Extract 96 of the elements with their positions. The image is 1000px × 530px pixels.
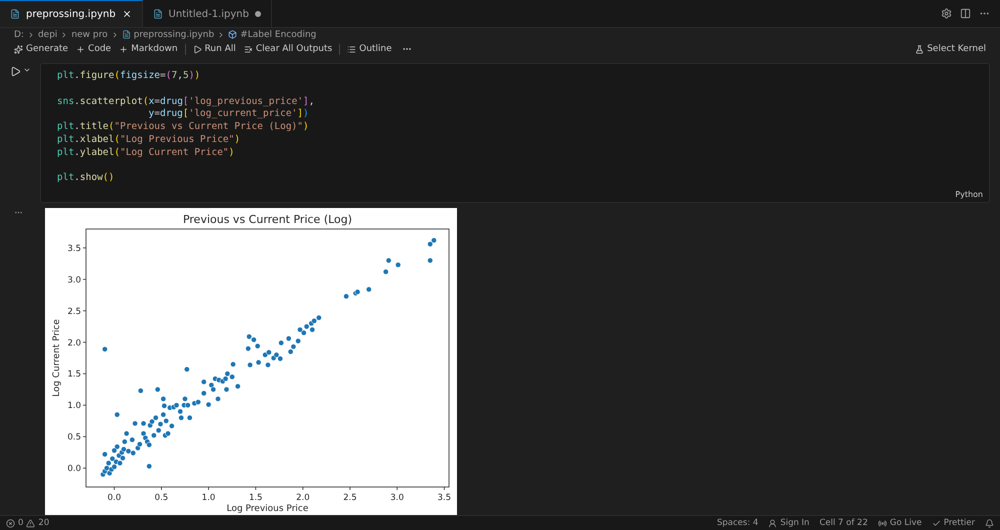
data-point [138,388,144,394]
data-point [234,383,241,390]
code-line: plt.show() [57,172,116,186]
data-point [102,451,108,458]
toolbar-button[interactable]: Outline [343,44,396,54]
status-item[interactable]: Go Live [890,518,922,528]
data-point [114,412,120,418]
tick-label: 2.0 [67,338,81,348]
settings-icon[interactable] [941,8,952,19]
status-item[interactable]: Spaces: 4 [717,518,758,528]
tick-label: 2.5 [343,493,357,503]
breadcrumb-item[interactable]: depi [38,30,58,40]
data-point [343,293,350,300]
tick-label: 3.5 [438,493,452,503]
tick-label: 2.0 [296,493,310,503]
code-line: y=drug['log_current_price']) [148,108,310,122]
data-point [230,361,236,368]
plus-icon [119,44,128,54]
tick-label: 0.5 [67,432,81,443]
data-point [102,346,108,352]
account-icon [768,518,778,528]
editor-tab[interactable]: preprossing.ipynb [0,0,143,27]
tick-label: 3.5 [67,244,81,254]
data-point [146,463,152,470]
kernel-icon [915,44,924,54]
tick-label: 1.0 [67,401,81,412]
editor-tab[interactable]: Untitled-1.ipynb [142,0,272,27]
data-point [382,268,389,275]
code-line: plt.figure(figsize=(7,5)) [57,70,202,83]
tick-label: 1.5 [67,370,81,380]
status-item[interactable]: Prettier [944,518,975,528]
data-point [245,346,252,352]
data-point [247,362,253,368]
chart-title: Previous vs Current Price (Log) [182,213,352,226]
chevron-icon[interactable] [22,66,30,74]
data-point [154,386,160,392]
sparkle-icon [14,44,23,54]
tick-label: 3.0 [390,493,404,503]
code-line: plt.title("Previous vs Current Price (Log)") [57,121,310,134]
plus-icon [76,44,86,54]
clear-list-icon [244,44,253,54]
tick-label: 2.5 [67,306,81,317]
x-axis-label: Log Previous Price [226,504,308,514]
data-point [224,386,230,392]
code-line: plt.xlabel("Log Previous Price") [57,134,242,147]
breadcrumb-item[interactable]: new pro [71,30,108,40]
notebook-file-icon [152,9,163,19]
notebook-file-icon [122,30,131,39]
notebook-file-icon [10,9,20,19]
tick-label: 0.5 [154,493,168,503]
toolbar-button[interactable]: Code [72,44,116,54]
tick-label: 0.0 [67,464,81,474]
toolbar-button[interactable]: Generate [10,44,72,54]
code-line: sns.scatterplot(x=drug['log_previous_price'], [57,96,316,108]
warning-count[interactable]: 20 [38,518,50,528]
bell-icon[interactable] [985,518,994,528]
toolbar-button[interactable]: Run All [188,44,240,54]
breadcrumb-item[interactable]: preprossing.ipynb [134,30,214,40]
data-point [395,262,401,268]
error-count[interactable]: 0 [18,518,24,528]
tick-label: 1.0 [202,493,216,503]
list-icon [347,44,356,54]
data-point [427,258,433,264]
data-point [132,420,138,426]
data-point [206,402,212,408]
toolbar-button[interactable]: Clear All Outputs [240,44,336,54]
breadcrumb-item[interactable]: #Label Encoding [240,30,316,40]
toolbar-button[interactable]: Markdown [115,44,182,54]
cube-icon [228,30,238,39]
tick-label: 1.5 [248,493,262,503]
data-point [186,414,193,421]
data-point [256,360,262,366]
data-point [184,366,190,372]
breadcrumb-item[interactable]: D: [14,30,24,40]
data-point [386,258,392,264]
status-item[interactable]: Sign In [780,518,810,528]
code-line: plt.ylabel("Log Current Price") [57,146,236,160]
y-axis-label: Log Current Price [52,319,62,397]
close-icon[interactable] [122,9,132,19]
tick-label: 3.0 [67,275,81,286]
data-point [366,286,372,292]
error-icon [6,518,15,528]
language-label[interactable]: Python [955,190,983,199]
warning-icon [26,518,36,528]
play-icon [192,44,202,54]
split-editor-icon[interactable] [960,8,971,19]
check-icon [932,518,941,528]
data-point [201,379,207,385]
broadcast-icon [878,518,887,528]
tick-label: 0.0 [108,493,122,503]
status-item[interactable]: Cell 7 of 22 [819,518,868,528]
select-kernel-button[interactable]: Select Kernel [911,44,990,54]
unsaved-dot-icon [254,11,261,17]
data-point [215,396,221,402]
data-point [201,390,207,396]
run-cell-icon[interactable] [10,66,20,77]
